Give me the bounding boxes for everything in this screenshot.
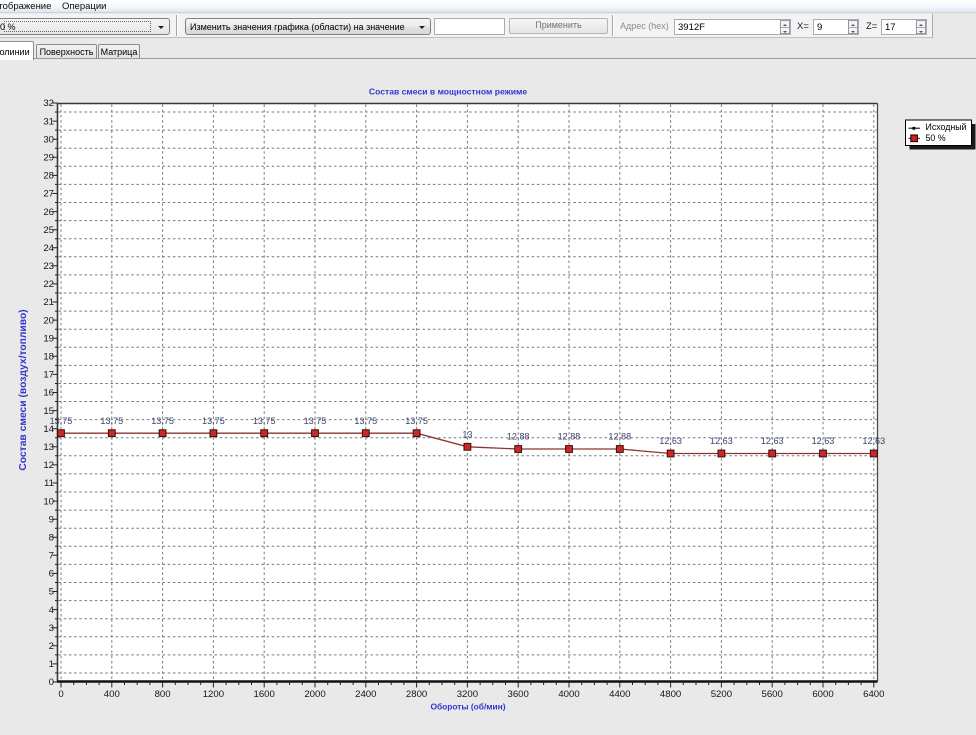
svg-text:Состав смеси в мощностном режи: Состав смеси в мощностном режиме [369, 87, 527, 97]
svg-text:29: 29 [43, 153, 54, 164]
svg-text:800: 800 [155, 689, 171, 700]
svg-text:21: 21 [43, 297, 54, 308]
svg-text:27: 27 [43, 189, 54, 200]
svg-text:1: 1 [49, 659, 54, 670]
svg-text:23: 23 [43, 261, 54, 272]
svg-text:12,63: 12,63 [862, 436, 885, 446]
svg-text:50 %: 50 % [926, 133, 946, 143]
svg-text:6: 6 [49, 569, 54, 580]
svg-text:6400: 6400 [863, 689, 884, 700]
svg-text:26: 26 [43, 207, 54, 218]
svg-text:400: 400 [104, 689, 120, 700]
svg-text:4: 4 [49, 605, 55, 616]
svg-text:18: 18 [43, 352, 54, 363]
svg-text:2800: 2800 [406, 689, 427, 700]
svg-text:Состав смеси (воздух/топливо): Состав смеси (воздух/топливо) [18, 309, 29, 470]
svg-text:12,63: 12,63 [710, 436, 733, 446]
svg-text:13,75: 13,75 [253, 416, 276, 426]
svg-text:13,75: 13,75 [151, 416, 174, 426]
svg-text:11: 11 [44, 478, 54, 489]
svg-text:13,75: 13,75 [50, 416, 73, 426]
svg-text:16: 16 [43, 388, 54, 399]
svg-text:1200: 1200 [203, 689, 224, 700]
svg-text:1600: 1600 [254, 689, 275, 700]
svg-text:28: 28 [43, 171, 54, 182]
svg-text:9: 9 [49, 514, 54, 525]
svg-text:32: 32 [43, 98, 54, 109]
svg-text:20: 20 [43, 315, 54, 326]
svg-text:31: 31 [43, 116, 54, 127]
svg-text:0: 0 [49, 677, 54, 688]
svg-text:13,75: 13,75 [354, 416, 377, 426]
svg-text:19: 19 [43, 333, 54, 344]
svg-text:13,75: 13,75 [405, 416, 428, 426]
svg-text:12,63: 12,63 [761, 436, 784, 446]
svg-text:2000: 2000 [304, 689, 325, 700]
svg-text:4800: 4800 [660, 689, 681, 700]
svg-text:12,88: 12,88 [608, 432, 631, 442]
svg-text:10: 10 [43, 496, 54, 507]
svg-text:12,63: 12,63 [659, 436, 682, 446]
svg-text:12,88: 12,88 [558, 432, 581, 442]
svg-text:4000: 4000 [558, 689, 579, 700]
svg-text:2: 2 [49, 641, 54, 652]
svg-text:24: 24 [43, 243, 54, 254]
svg-text:4400: 4400 [609, 689, 630, 700]
svg-text:12: 12 [43, 460, 54, 471]
svg-text:13,75: 13,75 [100, 416, 123, 426]
svg-text:13: 13 [43, 442, 54, 453]
svg-text:7: 7 [49, 551, 54, 562]
svg-text:5: 5 [49, 587, 54, 598]
svg-text:3600: 3600 [508, 689, 529, 700]
svg-text:0: 0 [58, 689, 63, 700]
svg-text:13,75: 13,75 [202, 416, 225, 426]
svg-text:8: 8 [49, 533, 54, 544]
svg-text:Обороты (об/мин): Обороты (об/мин) [430, 702, 505, 712]
svg-text:12,63: 12,63 [812, 436, 835, 446]
svg-text:6000: 6000 [812, 689, 833, 700]
svg-text:30: 30 [43, 134, 54, 145]
svg-text:Исходный: Исходный [926, 122, 967, 132]
svg-text:13: 13 [462, 430, 472, 440]
svg-text:3200: 3200 [457, 689, 478, 700]
svg-text:17: 17 [43, 370, 54, 381]
svg-text:2400: 2400 [355, 689, 376, 700]
svg-text:12,88: 12,88 [507, 432, 530, 442]
svg-text:5600: 5600 [762, 689, 783, 700]
svg-text:25: 25 [43, 225, 54, 236]
svg-text:5200: 5200 [711, 689, 732, 700]
svg-text:3: 3 [49, 623, 54, 634]
svg-text:22: 22 [43, 279, 54, 290]
svg-text:13,75: 13,75 [304, 416, 327, 426]
